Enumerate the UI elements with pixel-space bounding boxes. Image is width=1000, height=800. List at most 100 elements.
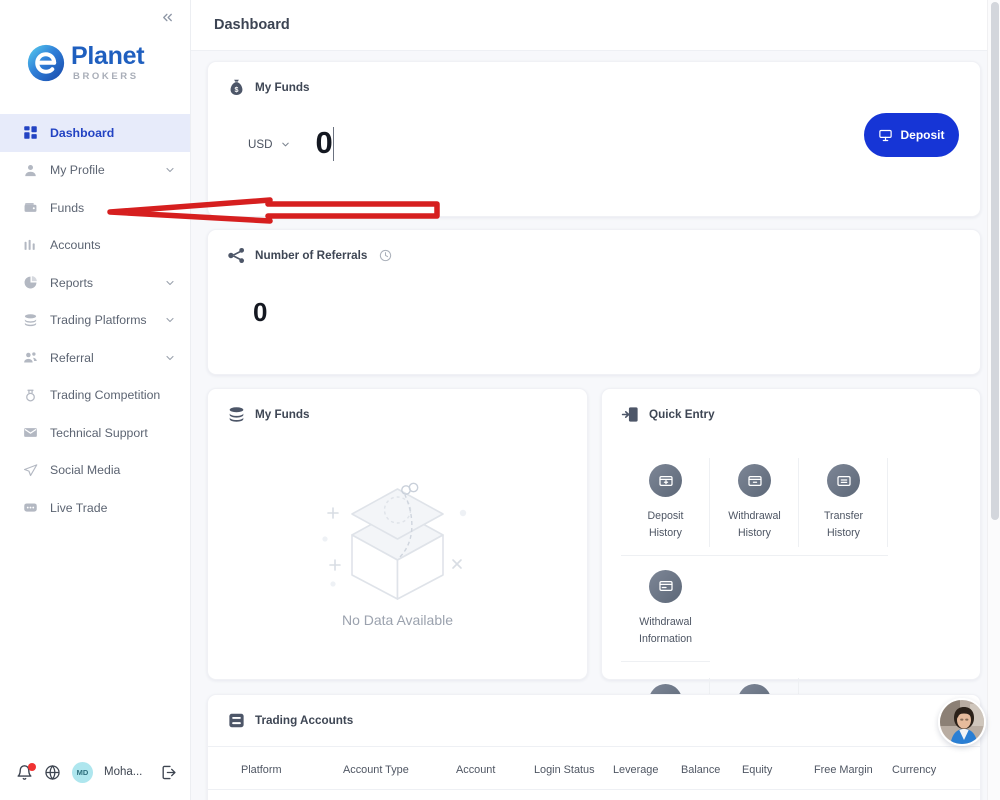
chevron-double-left-icon xyxy=(162,13,172,21)
sidebar-item-trading-competition[interactable]: Trading Competition xyxy=(0,377,190,415)
chevron-down-icon[interactable] xyxy=(164,314,176,326)
database-icon xyxy=(229,407,244,422)
share-icon xyxy=(228,247,245,264)
column-header-platform[interactable]: Platform xyxy=(208,747,343,790)
sidebar-collapse-button[interactable] xyxy=(156,6,178,28)
sidebar-item-label: Accounts xyxy=(50,238,101,253)
sidebar-item-my-profile[interactable]: My Profile xyxy=(0,152,190,190)
user-name[interactable]: Moha... xyxy=(104,766,142,778)
sidebar-item-reports[interactable]: Reports xyxy=(0,264,190,302)
funds-amount-input[interactable]: 0 xyxy=(315,125,335,161)
grid-icon xyxy=(22,124,39,141)
sidebar-item-technical-support[interactable]: Technical Support xyxy=(0,414,190,452)
chevron-down-icon[interactable] xyxy=(164,277,176,289)
sidebar-item-social-media[interactable]: Social Media xyxy=(0,452,190,490)
quick-entry-label: Withdrawal History xyxy=(728,508,780,543)
deposit-button[interactable]: Deposit xyxy=(864,113,959,157)
card-title: Quick Entry xyxy=(649,408,715,421)
column-header-balance[interactable]: Balance xyxy=(681,747,742,790)
trading-accounts-table: Platform Account Type Account Login Stat… xyxy=(208,747,980,790)
wallet-icon xyxy=(22,199,39,216)
text-caret xyxy=(333,127,335,161)
notification-dot xyxy=(28,762,36,771)
card-title: Number of Referrals xyxy=(255,249,368,262)
dashboard-body: $ My Funds USD 0 Deposit Number of Refer… xyxy=(191,51,1000,800)
label-line-2: History xyxy=(649,527,682,540)
column-header-leverage[interactable]: Leverage xyxy=(613,747,681,790)
deposit-card-icon xyxy=(879,129,893,141)
sidebar-item-accounts[interactable]: Accounts xyxy=(0,227,190,265)
card-title: Trading Accounts xyxy=(255,714,354,727)
logout-button[interactable] xyxy=(160,764,177,781)
column-header-equity[interactable]: Equity xyxy=(742,747,814,790)
page-title: Dashboard xyxy=(214,17,290,33)
money-bag-icon: $ xyxy=(230,79,243,95)
empty-state-text: No Data Available xyxy=(341,612,454,628)
chat-icon xyxy=(22,499,39,516)
quick-entry-withdrawal-information[interactable]: Withdrawal Information xyxy=(621,556,710,662)
column-header-account[interactable]: Account xyxy=(456,747,534,790)
sidebar-item-label: Social Media xyxy=(50,463,121,478)
label-line-2: History xyxy=(738,527,771,540)
sidebar-item-label: Live Trade xyxy=(50,500,108,515)
users-icon xyxy=(22,349,39,366)
sidebar-footer: MD Moha... xyxy=(0,744,191,800)
main-content: Dashboard $ My Funds USD 0 Deposit Numbe… xyxy=(191,0,1000,800)
quick-entry-label: Withdrawal Information xyxy=(639,614,692,649)
my-funds-deposit-card: $ My Funds USD 0 Deposit xyxy=(207,61,981,217)
quick-entry-label: Deposit History xyxy=(648,508,684,543)
label-line-2: History xyxy=(827,527,860,540)
label-line-1: Withdrawal xyxy=(639,615,692,628)
column-header-currency[interactable]: Currency xyxy=(892,747,980,790)
empty-box-icon xyxy=(322,482,467,600)
quick-entry-transfer-history[interactable]: Transfer History xyxy=(799,450,888,556)
column-header-account-type[interactable]: Account Type xyxy=(343,747,456,790)
deposit-button-label: Deposit xyxy=(900,128,945,142)
funds-amount-value: 0 xyxy=(315,125,333,160)
sidebar-item-label: Funds xyxy=(50,200,85,215)
sidebar-item-referral[interactable]: Referral xyxy=(0,339,190,377)
user-avatar[interactable]: MD xyxy=(72,761,93,783)
medal-icon xyxy=(22,387,39,404)
support-agent-avatar[interactable] xyxy=(938,698,986,746)
column-header-free-margin[interactable]: Free Margin xyxy=(814,747,892,790)
planet-e-logo-icon xyxy=(27,44,65,82)
sidebar-item-dashboard[interactable]: Dashboard xyxy=(0,114,190,152)
label-line-2: Information xyxy=(639,633,692,646)
notification-bell-button[interactable] xyxy=(16,762,36,781)
table-header-row: Platform Account Type Account Login Stat… xyxy=(208,747,980,790)
sidebar-item-label: Reports xyxy=(50,275,94,290)
card-plus-icon xyxy=(649,464,682,497)
brand-subtitle: BROKERS xyxy=(73,71,139,83)
card-title: My Funds xyxy=(255,81,310,94)
card-minus-icon xyxy=(738,464,771,497)
label-line-1: Transfer xyxy=(823,510,864,522)
page-scrollbar[interactable] xyxy=(987,0,1000,800)
chevron-down-icon[interactable] xyxy=(164,352,176,364)
sidebar-item-live-trade[interactable]: Live Trade xyxy=(0,489,190,527)
sidebar-item-funds[interactable]: Funds xyxy=(0,189,190,227)
number-of-referrals-card: Number of Referrals 0 xyxy=(207,229,981,375)
envelope-icon xyxy=(22,424,39,441)
sidebar-item-trading-platforms[interactable]: Trading Platforms xyxy=(0,302,190,340)
card-title: My Funds xyxy=(255,408,310,421)
layers-icon xyxy=(22,312,39,329)
scrollbar-thumb[interactable] xyxy=(990,2,999,520)
quick-entry-deposit-history[interactable]: Deposit History xyxy=(621,450,710,556)
pie-chart-icon xyxy=(22,274,39,291)
clock-icon[interactable] xyxy=(379,249,392,262)
sidebar-item-label: Technical Support xyxy=(50,425,148,440)
currency-select[interactable]: USD xyxy=(248,138,291,151)
trading-accounts-card: Trading Accounts Platform Account Type A… xyxy=(207,694,981,800)
user-icon xyxy=(22,162,39,179)
chevron-down-icon[interactable] xyxy=(164,164,176,176)
bars-icon xyxy=(22,237,39,254)
language-button[interactable] xyxy=(44,764,61,781)
label-line-1: Withdrawal xyxy=(728,510,781,522)
column-header-login-status[interactable]: Login Status xyxy=(534,747,613,790)
sidebar-item-label: Trading Competition xyxy=(50,388,161,403)
quick-entry-withdrawal-history[interactable]: Withdrawal History xyxy=(710,450,799,556)
brand-name: Planet xyxy=(71,42,145,71)
quick-entry-label: Transfer History xyxy=(824,508,863,543)
quick-entry-grid-row-1: Deposit History Withdrawal History Trans… xyxy=(602,424,980,662)
